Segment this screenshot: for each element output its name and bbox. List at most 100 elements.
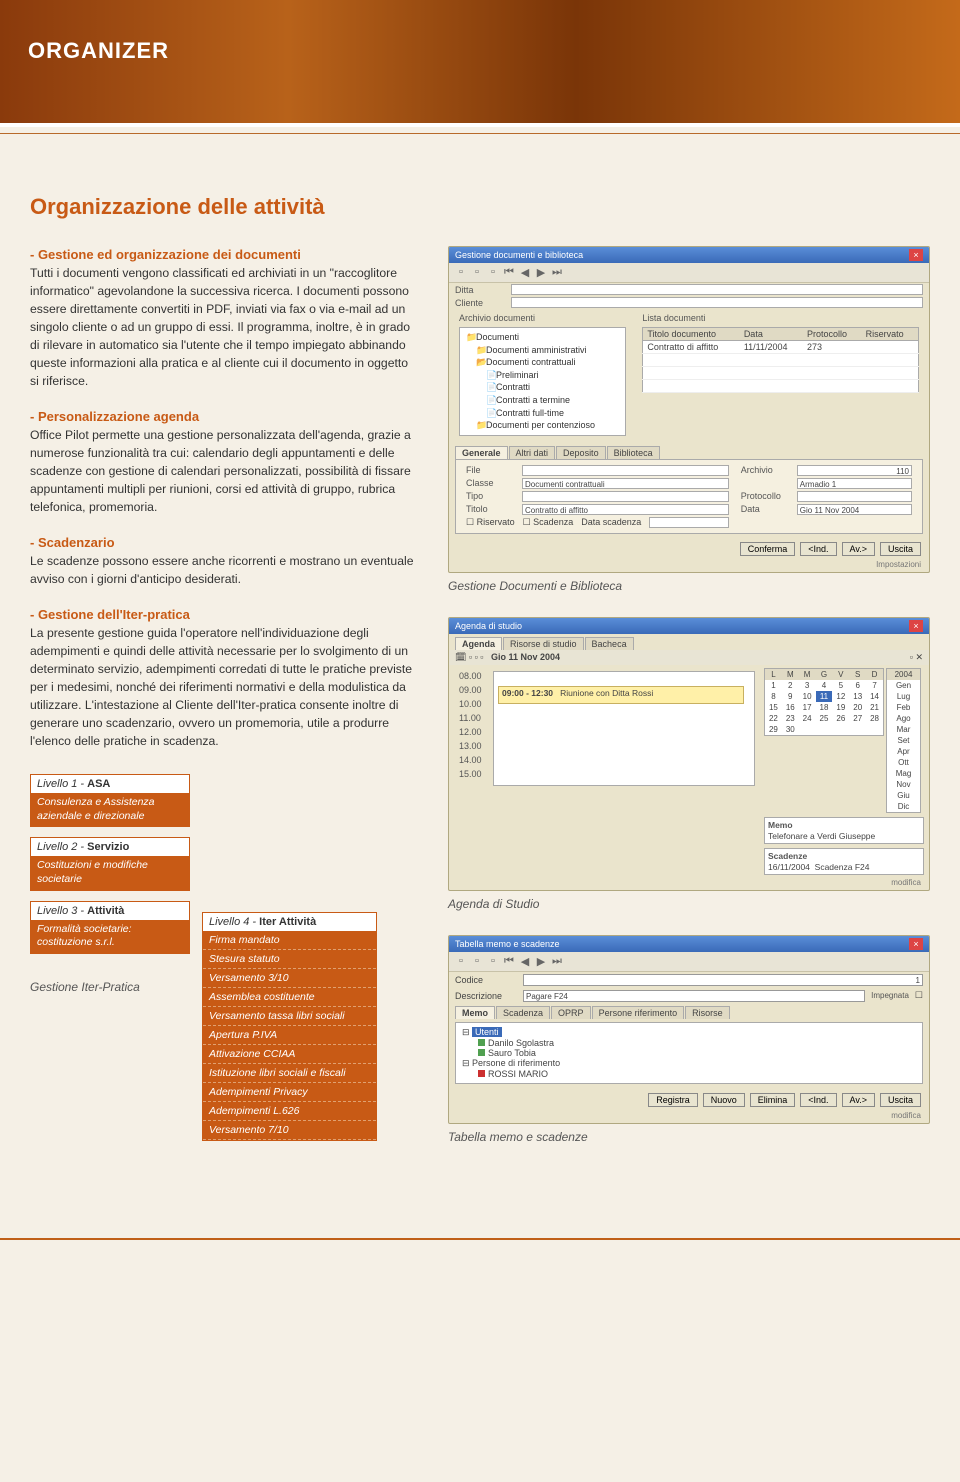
input-titolo[interactable]: Contratto di affitto	[522, 504, 729, 515]
l1-body: Consulenza e Assistenza aziendale e dire…	[31, 793, 189, 826]
label-archivio: Archivio documenti	[453, 311, 632, 325]
win2-tabs[interactable]: Agenda Risorse di studio Bacheca	[455, 637, 923, 650]
label-descrizione: Descrizione	[455, 991, 517, 1001]
input-protocollo[interactable]	[797, 491, 912, 502]
l1-head: Livello 1 -	[37, 778, 87, 790]
label-codice: Codice	[455, 975, 517, 985]
col-protocollo: Protocollo	[803, 328, 862, 341]
input-classe[interactable]: Documenti contrattuali	[522, 478, 729, 489]
hier-level-4: Livello 4 - Iter Attività Firma mandatoS…	[202, 912, 377, 1141]
close-icon[interactable]: ×	[909, 938, 923, 950]
hier-item: Apertura P.IVA	[203, 1026, 376, 1045]
btn-elimina[interactable]: Elimina	[750, 1093, 796, 1107]
tab-generale[interactable]: Generale	[455, 446, 508, 459]
l3-bold: Attività	[87, 905, 124, 917]
input-tipo[interactable]	[522, 491, 729, 502]
tab-deposito[interactable]: Deposito	[556, 446, 606, 459]
event-block[interactable]: 09:00 - 12:30 Riunione con Ditta Rossi	[498, 686, 744, 704]
win1-toolbar[interactable]: ▫▫▫ ⏮◀▶⏭	[449, 263, 929, 283]
event-area[interactable]: 09:00 - 12:30 Riunione con Ditta Rossi	[493, 671, 755, 786]
tab-risorse[interactable]: Risorse di studio	[503, 637, 584, 650]
l2-body: Costituzioni e modifiche societarie	[31, 856, 189, 889]
link-impostazioni[interactable]: Impostazioni	[449, 560, 929, 572]
para-iter-pratica: - Gestione dell'Iter-pratica La presente…	[30, 606, 420, 750]
lead-2: - Personalizzazione agenda	[30, 409, 199, 424]
close-icon[interactable]: ×	[909, 249, 923, 261]
hier-caption: Gestione Iter-Pratica	[30, 980, 190, 994]
nav-next-icon: ▶	[535, 266, 547, 279]
hier-item: Firma mandato	[203, 931, 376, 950]
win1-title: Gestione documenti e biblioteca	[455, 250, 583, 260]
link-modifica[interactable]: modifica	[449, 878, 929, 890]
tab-persone[interactable]: Persone riferimento	[592, 1006, 685, 1019]
btn-conferma[interactable]: Conferma	[740, 542, 796, 556]
btn-ind[interactable]: <Ind.	[800, 1093, 836, 1107]
label-protocollo: Protocollo	[741, 491, 793, 501]
memo-tree[interactable]: ⊟ Utenti Danilo Sgolastra Sauro Tobia ⊟ …	[455, 1022, 923, 1084]
btn-nuovo[interactable]: Nuovo	[703, 1093, 745, 1107]
btn-ind[interactable]: <Ind.	[800, 542, 836, 556]
section-title: Organizzazione delle attività	[30, 194, 930, 220]
l4-bold: Iter Attività	[259, 916, 316, 928]
tab-memo[interactable]: Memo	[455, 1006, 495, 1019]
top-banner: ORGANIZER	[0, 0, 960, 125]
tree-n3: Documenti per contenzioso	[486, 420, 595, 430]
nav-first-icon: ⏮	[503, 266, 515, 279]
memo-sidebox: Memo Telefonare a Verdi Giuseppe	[764, 817, 924, 844]
body-4: La presente gestione guida l'operatore n…	[30, 626, 412, 748]
input-archivio[interactable]: 110	[797, 465, 912, 476]
chk-scadenza[interactable]: Scadenza	[533, 517, 573, 527]
link-modifica[interactable]: modifica	[449, 1111, 929, 1123]
btn-av[interactable]: Av.>	[842, 542, 875, 556]
hier-level-3: Livello 3 - Attività Formalità societari…	[30, 901, 190, 954]
label-data-scad: Data scadenza	[581, 517, 641, 527]
hier-item: Assemblea costituente	[203, 988, 376, 1007]
chk-riservato[interactable]: Riservato	[477, 517, 515, 527]
input-cliente[interactable]	[511, 297, 923, 308]
input-codice[interactable]: 1	[523, 974, 923, 986]
tab-agenda[interactable]: Agenda	[455, 637, 502, 650]
btn-registra[interactable]: Registra	[648, 1093, 698, 1107]
input-data-scad[interactable]	[649, 517, 729, 528]
month-list[interactable]: 2004GenLugFebAgoMarSetAprOttMagNovGiuDic	[886, 668, 921, 813]
input-file[interactable]	[522, 465, 729, 476]
label-file: File	[466, 465, 518, 475]
input-ditta[interactable]	[511, 284, 923, 295]
tree-archivio[interactable]: 📁Documenti 📁Documenti amministrativi 📂Do…	[459, 327, 626, 436]
hier-level-2: Livello 2 - Servizio Costituzioni e modi…	[30, 837, 190, 890]
open-icon: ▫	[471, 266, 483, 279]
nav-last-icon: ⏭	[551, 266, 563, 279]
input-descrizione[interactable]: Pagare F24	[523, 990, 865, 1002]
nav-prev-icon: ◀	[519, 266, 531, 279]
lead-1: - Gestione ed organizzazione dei documen…	[30, 247, 301, 262]
agenda-date: Gio 11 Nov 2004	[491, 652, 560, 662]
win3-tabs[interactable]: Memo Scadenza OPRP Persone riferimento R…	[455, 1006, 923, 1019]
btn-uscita[interactable]: Uscita	[880, 1093, 921, 1107]
tab-biblioteca[interactable]: Biblioteca	[607, 446, 660, 459]
table-documenti[interactable]: Titolo documento Data Protocollo Riserva…	[642, 327, 919, 393]
win1-tabs[interactable]: Generale Altri dati Deposito Biblioteca	[455, 446, 923, 459]
tab-bacheca[interactable]: Bacheca	[585, 637, 634, 650]
new-icon: ▫	[455, 266, 467, 279]
month-calendar[interactable]: LMMGVSD123456789101112131415161718192021…	[764, 668, 884, 736]
body-2: Office Pilot permette una gestione perso…	[30, 428, 411, 514]
input-data[interactable]: Gio 11 Nov 2004	[797, 504, 912, 515]
tree-n1: Documenti amministrativi	[486, 345, 587, 355]
input-armadio[interactable]: Armadio 1	[797, 478, 912, 489]
tab-altri-dati[interactable]: Altri dati	[509, 446, 556, 459]
btn-av[interactable]: Av.>	[842, 1093, 875, 1107]
agenda-tools-icon[interactable]: ▫ ✕	[910, 652, 923, 663]
caption-1: Gestione Documenti e Biblioteca	[448, 579, 930, 593]
l2-bold: Servizio	[87, 841, 129, 853]
close-icon[interactable]: ×	[909, 620, 923, 632]
top-divider	[0, 133, 960, 134]
tab-oprp[interactable]: OPRP	[551, 1006, 591, 1019]
check-impegnata[interactable]: ☐	[915, 990, 923, 1001]
btn-uscita[interactable]: Uscita	[880, 542, 921, 556]
win3-toolbar[interactable]: ▫▫▫⏮◀▶⏭	[449, 952, 929, 972]
tab-risorse[interactable]: Risorse	[685, 1006, 730, 1019]
tab-scadenza[interactable]: Scadenza	[496, 1006, 550, 1019]
table-row[interactable]: Contratto di affitto 11/11/2004 273	[643, 341, 919, 354]
para-personalizzazione: - Personalizzazione agenda Office Pilot …	[30, 408, 420, 516]
tree-n2a: Preliminari	[496, 370, 539, 380]
